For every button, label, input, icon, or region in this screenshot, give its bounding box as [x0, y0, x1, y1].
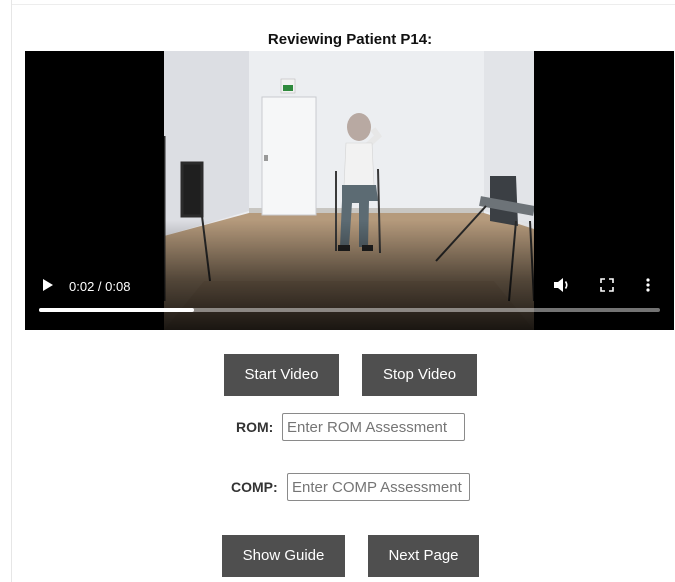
next-page-button[interactable]: Next Page [368, 535, 479, 577]
rom-input[interactable] [282, 413, 465, 441]
left-border [11, 0, 12, 582]
page-title: Reviewing Patient P14: [267, 31, 433, 48]
top-border [12, 4, 675, 5]
more-vertical-icon [646, 278, 650, 292]
stop-video-button[interactable]: Stop Video [362, 354, 477, 396]
video-frame [164, 51, 534, 330]
play-button[interactable] [39, 277, 55, 293]
video-time-display: 0:02 / 0:08 [69, 279, 131, 294]
volume-icon [554, 278, 568, 292]
fullscreen-button[interactable] [599, 277, 615, 293]
video-player[interactable]: 0:02 / 0:08 [25, 51, 674, 330]
start-video-button[interactable]: Start Video [224, 354, 339, 396]
comp-label: COMP: [231, 479, 278, 495]
play-icon [43, 279, 53, 291]
volume-button[interactable] [553, 277, 571, 293]
comp-input[interactable] [287, 473, 470, 501]
fullscreen-icon [600, 278, 614, 292]
video-progress-bar[interactable] [39, 308, 660, 312]
video-frame-image [164, 51, 534, 330]
more-options-button[interactable] [644, 277, 652, 293]
show-guide-button[interactable]: Show Guide [222, 535, 345, 577]
page: Reviewing Patient P14: 0:02 / 0:08 Start… [0, 0, 675, 582]
video-progress-fill [39, 308, 195, 312]
rom-label: ROM: [236, 419, 274, 435]
